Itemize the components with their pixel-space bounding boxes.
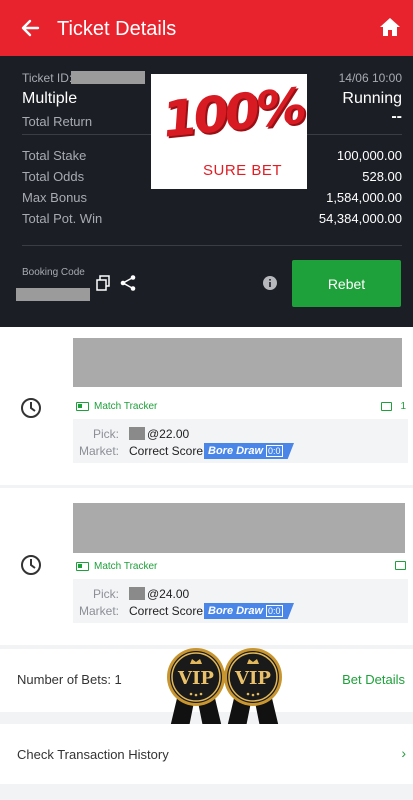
- market-label: Market:: [78, 604, 119, 618]
- share-icon[interactable]: [119, 274, 137, 292]
- tag-label: Bore Draw: [208, 605, 264, 617]
- pick-odds: @24.00: [147, 587, 190, 601]
- total-return-value: --: [391, 108, 402, 125]
- pick-details: Pick: @22.00 Market: Correct Score Bore …: [73, 419, 408, 463]
- rebet-button[interactable]: Rebet: [292, 260, 401, 307]
- divider: [22, 245, 402, 246]
- clock-icon: [21, 555, 41, 575]
- info-icon[interactable]: [263, 276, 277, 290]
- vip-label: VIP: [234, 668, 271, 689]
- bet-details-link[interactable]: Bet Details: [342, 672, 405, 687]
- page-title: Ticket Details: [57, 18, 177, 40]
- bet-card[interactable]: Match Tracker Pick: @24.00 Market: Corre…: [0, 488, 413, 645]
- bore-draw-tag: Bore Draw 0:0: [204, 443, 294, 459]
- total-odds-label: Total Odds: [22, 169, 85, 184]
- match-tracker-label: Match Tracker: [94, 561, 158, 572]
- market-value: Correct Score: [129, 604, 204, 618]
- chevron-right-icon: ›: [401, 745, 406, 761]
- bore-draw-tag: Bore Draw 0:0: [204, 603, 294, 619]
- comment-icon: [381, 402, 393, 411]
- pick-redacted: [129, 587, 145, 600]
- total-stake-label: Total Stake: [22, 148, 87, 163]
- booking-code-redacted: [16, 288, 90, 301]
- pick-label: Pick:: [92, 427, 119, 441]
- match-tracker-link[interactable]: Match Tracker: [76, 561, 157, 572]
- pick-redacted: [129, 427, 145, 440]
- tag-score: 0:0: [266, 445, 283, 457]
- match-teams-redacted: [73, 503, 405, 553]
- booking-code-label: Booking Code: [22, 267, 85, 278]
- comments-link[interactable]: 1: [381, 401, 406, 412]
- tracker-icon: [76, 562, 89, 571]
- home-button[interactable]: [379, 16, 403, 40]
- tracker-icon: [76, 402, 89, 411]
- tag-label: Bore Draw: [208, 445, 264, 457]
- bet-status: Running: [342, 90, 402, 107]
- bet-card[interactable]: Match Tracker 1 Pick: @22.00 Market: Cor…: [0, 327, 413, 485]
- sure-bet-percent: 100%: [160, 76, 305, 150]
- comment-icon: [395, 561, 406, 570]
- copy-icon[interactable]: [95, 275, 111, 291]
- total-pot-win-label: Total Pot. Win: [22, 211, 103, 226]
- back-button[interactable]: [16, 14, 44, 42]
- total-pot-win-value: 54,384,000.00: [318, 211, 402, 226]
- check-transaction-history[interactable]: Check Transaction History: [17, 747, 169, 762]
- tag-score: 0:0: [266, 605, 283, 617]
- match-tracker-link[interactable]: Match Tracker: [76, 401, 157, 412]
- market-label: Market:: [78, 444, 119, 458]
- total-return-label: Total Return: [22, 114, 93, 129]
- bet-type: Multiple: [22, 90, 78, 107]
- ticket-date: 14/06 10:00: [338, 71, 402, 85]
- ticket-id-redacted: [71, 71, 145, 84]
- comment-count: 1: [400, 401, 406, 412]
- market-value: Correct Score: [129, 444, 204, 458]
- transaction-history-row[interactable]: Check Transaction History ›: [0, 724, 413, 784]
- pick-label: Pick:: [92, 587, 119, 601]
- ticket-details-page: Ticket Details Ticket ID: 14/06 10:00 Mu…: [0, 0, 413, 800]
- pick-details: Pick: @24.00 Market: Correct Score Bore …: [73, 579, 408, 623]
- clock-icon: [21, 398, 41, 418]
- max-bonus-value: 1,584,000.00: [326, 190, 402, 205]
- pick-odds: @22.00: [147, 427, 190, 441]
- total-stake-value: 100,000.00: [336, 148, 402, 163]
- total-odds-value: 528.00: [362, 169, 402, 184]
- max-bonus-label: Max Bonus: [22, 190, 88, 205]
- arrow-left-icon: [21, 19, 40, 37]
- app-header: Ticket Details: [0, 0, 413, 56]
- sure-bet-image: 100% SURE BET: [151, 74, 307, 189]
- vip-label: VIP: [177, 668, 214, 689]
- sure-bet-caption: SURE BET: [203, 162, 283, 179]
- ticket-id-label: Ticket ID:: [22, 71, 73, 85]
- home-icon: [380, 18, 400, 36]
- comments-link[interactable]: [395, 561, 406, 570]
- match-tracker-label: Match Tracker: [94, 401, 158, 412]
- match-teams-redacted: [73, 338, 402, 387]
- number-of-bets: Number of Bets: 1: [17, 672, 122, 687]
